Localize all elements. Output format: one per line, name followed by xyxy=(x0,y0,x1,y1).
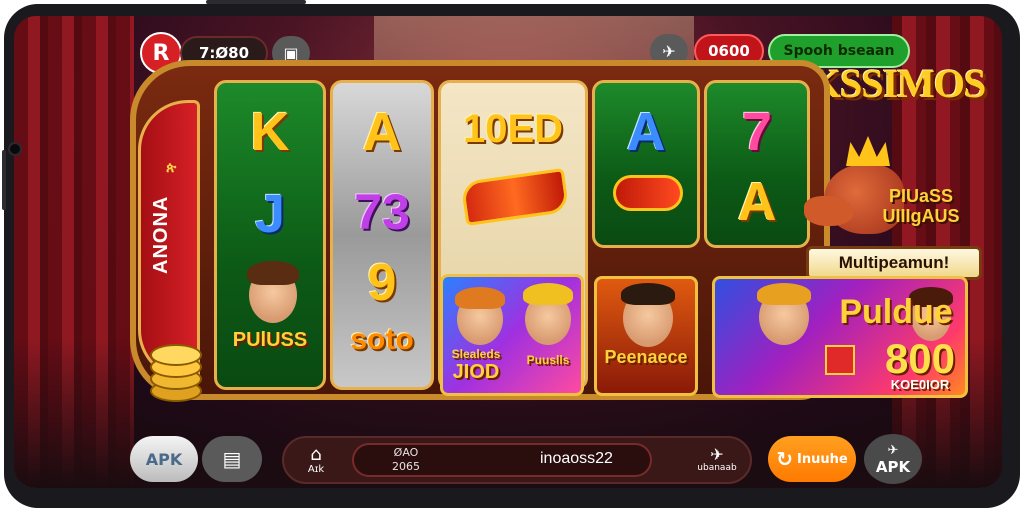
auto-icon: ✈ xyxy=(710,445,724,464)
game-logo-text: KSSIMOS xyxy=(810,61,986,106)
clipboard-button[interactable]: ▤ xyxy=(202,436,262,482)
game-logo: KSSIMOS xyxy=(810,60,990,130)
character-card: Peenaece xyxy=(594,276,698,396)
reel-2: A 73 9 soto xyxy=(330,80,434,390)
home-label: A͏ɪk xyxy=(307,463,325,475)
share-icon: ✈ xyxy=(887,443,899,458)
reel-5: 7 A xyxy=(704,80,810,248)
spin-action-button[interactable]: ↻ Inuuhe xyxy=(768,436,856,482)
ribbon-symbol-icon xyxy=(613,175,683,211)
home-button[interactable]: ⌂ A͏ɪk xyxy=(296,440,336,480)
auto-label: ubanaab xyxy=(697,463,737,473)
reel-symbol: A xyxy=(362,102,402,162)
promo-sub: KOE0IOR xyxy=(890,377,950,392)
front-camera xyxy=(8,142,22,156)
card-label: Puuslls xyxy=(526,353,570,367)
banner-text: Multipeamun! xyxy=(838,253,950,272)
apk-right-label: APK xyxy=(875,458,911,476)
reel-symbol: soto xyxy=(350,323,414,356)
multiplier-banner: Multipeamun! xyxy=(806,246,982,280)
reel-symbol: J xyxy=(254,184,286,244)
mascot-label: PIUaSS UIIIgAUS xyxy=(882,186,960,226)
reel-symbol: K xyxy=(250,102,290,162)
ribbon-symbol-icon xyxy=(460,167,570,227)
auto-button[interactable]: ✈ ubanaab xyxy=(692,440,742,480)
clipboard-icon: ▤ xyxy=(222,447,242,471)
apk-left-button[interactable]: APK xyxy=(130,436,198,482)
side-mark: ጵ xyxy=(166,160,177,176)
card-label: Peenaece xyxy=(604,347,688,367)
reel-symbol: 9 xyxy=(367,254,397,312)
coin-stack-icon xyxy=(146,340,206,404)
side-label: ANONA xyxy=(150,195,172,275)
brand-glyph: R xyxy=(152,40,170,66)
reel-symbol: 7 xyxy=(741,102,773,162)
promo-card[interactable]: Puldue 800 KOE0IOR xyxy=(712,276,968,398)
volume-button xyxy=(2,150,6,210)
refresh-icon: ↻ xyxy=(776,447,794,471)
apk-right-button[interactable]: ✈ APK xyxy=(864,434,922,484)
reel-4: A xyxy=(592,80,700,248)
character-card: Slealeds JIOD Puuslls xyxy=(440,274,584,396)
power-button xyxy=(206,0,306,4)
promo-title: Puldue xyxy=(839,293,953,331)
promo-button-label: Spooh bseaan xyxy=(783,43,895,59)
reel-symbol: 10ED xyxy=(462,107,564,151)
reel-symbol: A xyxy=(737,172,777,232)
stat-block: ØAO 2065 xyxy=(376,446,436,476)
promo-value: 800 xyxy=(884,335,956,382)
reel-1: K J PUlUSS xyxy=(214,80,326,390)
spin-action-label: Inuuhe xyxy=(797,451,848,467)
reel-symbol: A xyxy=(626,102,666,162)
home-icon: ⌂ xyxy=(310,443,322,465)
bet-center-text: inoaoss22 xyxy=(540,450,613,467)
apk-left-label: APK xyxy=(145,449,183,469)
reel-card-label: PUlUSS xyxy=(232,329,308,351)
reel-symbol: 73 xyxy=(354,184,410,240)
credits-value: 0600 xyxy=(708,42,750,60)
stat-value: 2065 xyxy=(392,460,420,473)
plane-icon: ✈ xyxy=(662,41,676,61)
character-portrait xyxy=(239,259,307,329)
stat-label: ØAO xyxy=(393,446,419,459)
